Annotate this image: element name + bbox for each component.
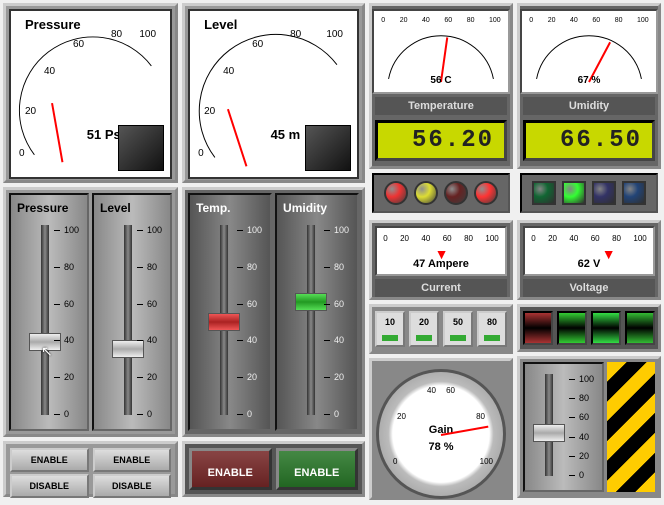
pressure-gauge: Pressure 0 20 40 60 80 100 51 Psi — [9, 9, 172, 179]
led-yellow — [414, 181, 438, 205]
level-gauge-value: 45 m — [271, 127, 301, 142]
level-disable-button[interactable]: DISABLE — [93, 474, 172, 498]
rocker-3[interactable] — [591, 311, 621, 345]
sqled-4 — [622, 181, 646, 205]
rocker-4[interactable] — [625, 311, 655, 345]
temperature-label: Temperature — [375, 97, 507, 115]
current-label: Current — [375, 279, 507, 297]
umidity-enable-button[interactable]: ENABLE — [276, 448, 358, 490]
gain-slider[interactable]: 100806040200 — [523, 362, 604, 492]
switch-50[interactable]: 50 — [443, 311, 473, 347]
switch-80[interactable]: 80 — [477, 311, 507, 347]
led-red — [384, 181, 408, 205]
umidity-gauge: 67 % 020406080100 — [520, 9, 658, 94]
rocker-1[interactable] — [523, 311, 553, 345]
switch-20[interactable]: 20 — [409, 311, 439, 347]
voltage-label: Voltage — [523, 279, 655, 297]
level-gauge: Level 0 20 40 60 80 100 45 m — [188, 9, 359, 179]
voltage-meter: 020406080100 ▼ 62 V — [523, 226, 655, 276]
sqled-1 — [532, 181, 556, 205]
temperature-lcd: 56.20 — [375, 120, 507, 161]
umidity-slider[interactable]: Umidity 100806040200 — [275, 193, 359, 431]
hazard-stripe — [607, 362, 655, 492]
square-leds — [520, 173, 658, 213]
pressure-enable-button[interactable]: ENABLE — [10, 448, 89, 472]
gain-gauge: Gain 78 % 0 20 40 60 80 100 — [376, 369, 506, 499]
current-meter: 020406080100 ▼ 47 Ampere — [375, 226, 507, 276]
temp-enable-button[interactable]: ENABLE — [189, 448, 271, 490]
sqled-3 — [592, 181, 616, 205]
temp-slider[interactable]: Temp. 100806040200 — [188, 193, 272, 431]
round-leds — [372, 173, 510, 213]
pressure-slider[interactable]: Pressure ↖ 100806040200 — [9, 193, 89, 431]
sqled-2 — [562, 181, 586, 205]
led-darkred — [444, 181, 468, 205]
level-slider[interactable]: Level 100806040200 — [92, 193, 172, 431]
led-red2 — [474, 181, 498, 205]
pressure-disable-button[interactable]: DISABLE — [10, 474, 89, 498]
temperature-gauge: 56 C 020406080100 — [372, 9, 510, 94]
umidity-label: Umidity — [523, 97, 655, 115]
umidity-lcd: 66.50 — [523, 120, 655, 161]
switch-10[interactable]: 10 — [375, 311, 405, 347]
level-enable-button[interactable]: ENABLE — [93, 448, 172, 472]
rocker-2[interactable] — [557, 311, 587, 345]
